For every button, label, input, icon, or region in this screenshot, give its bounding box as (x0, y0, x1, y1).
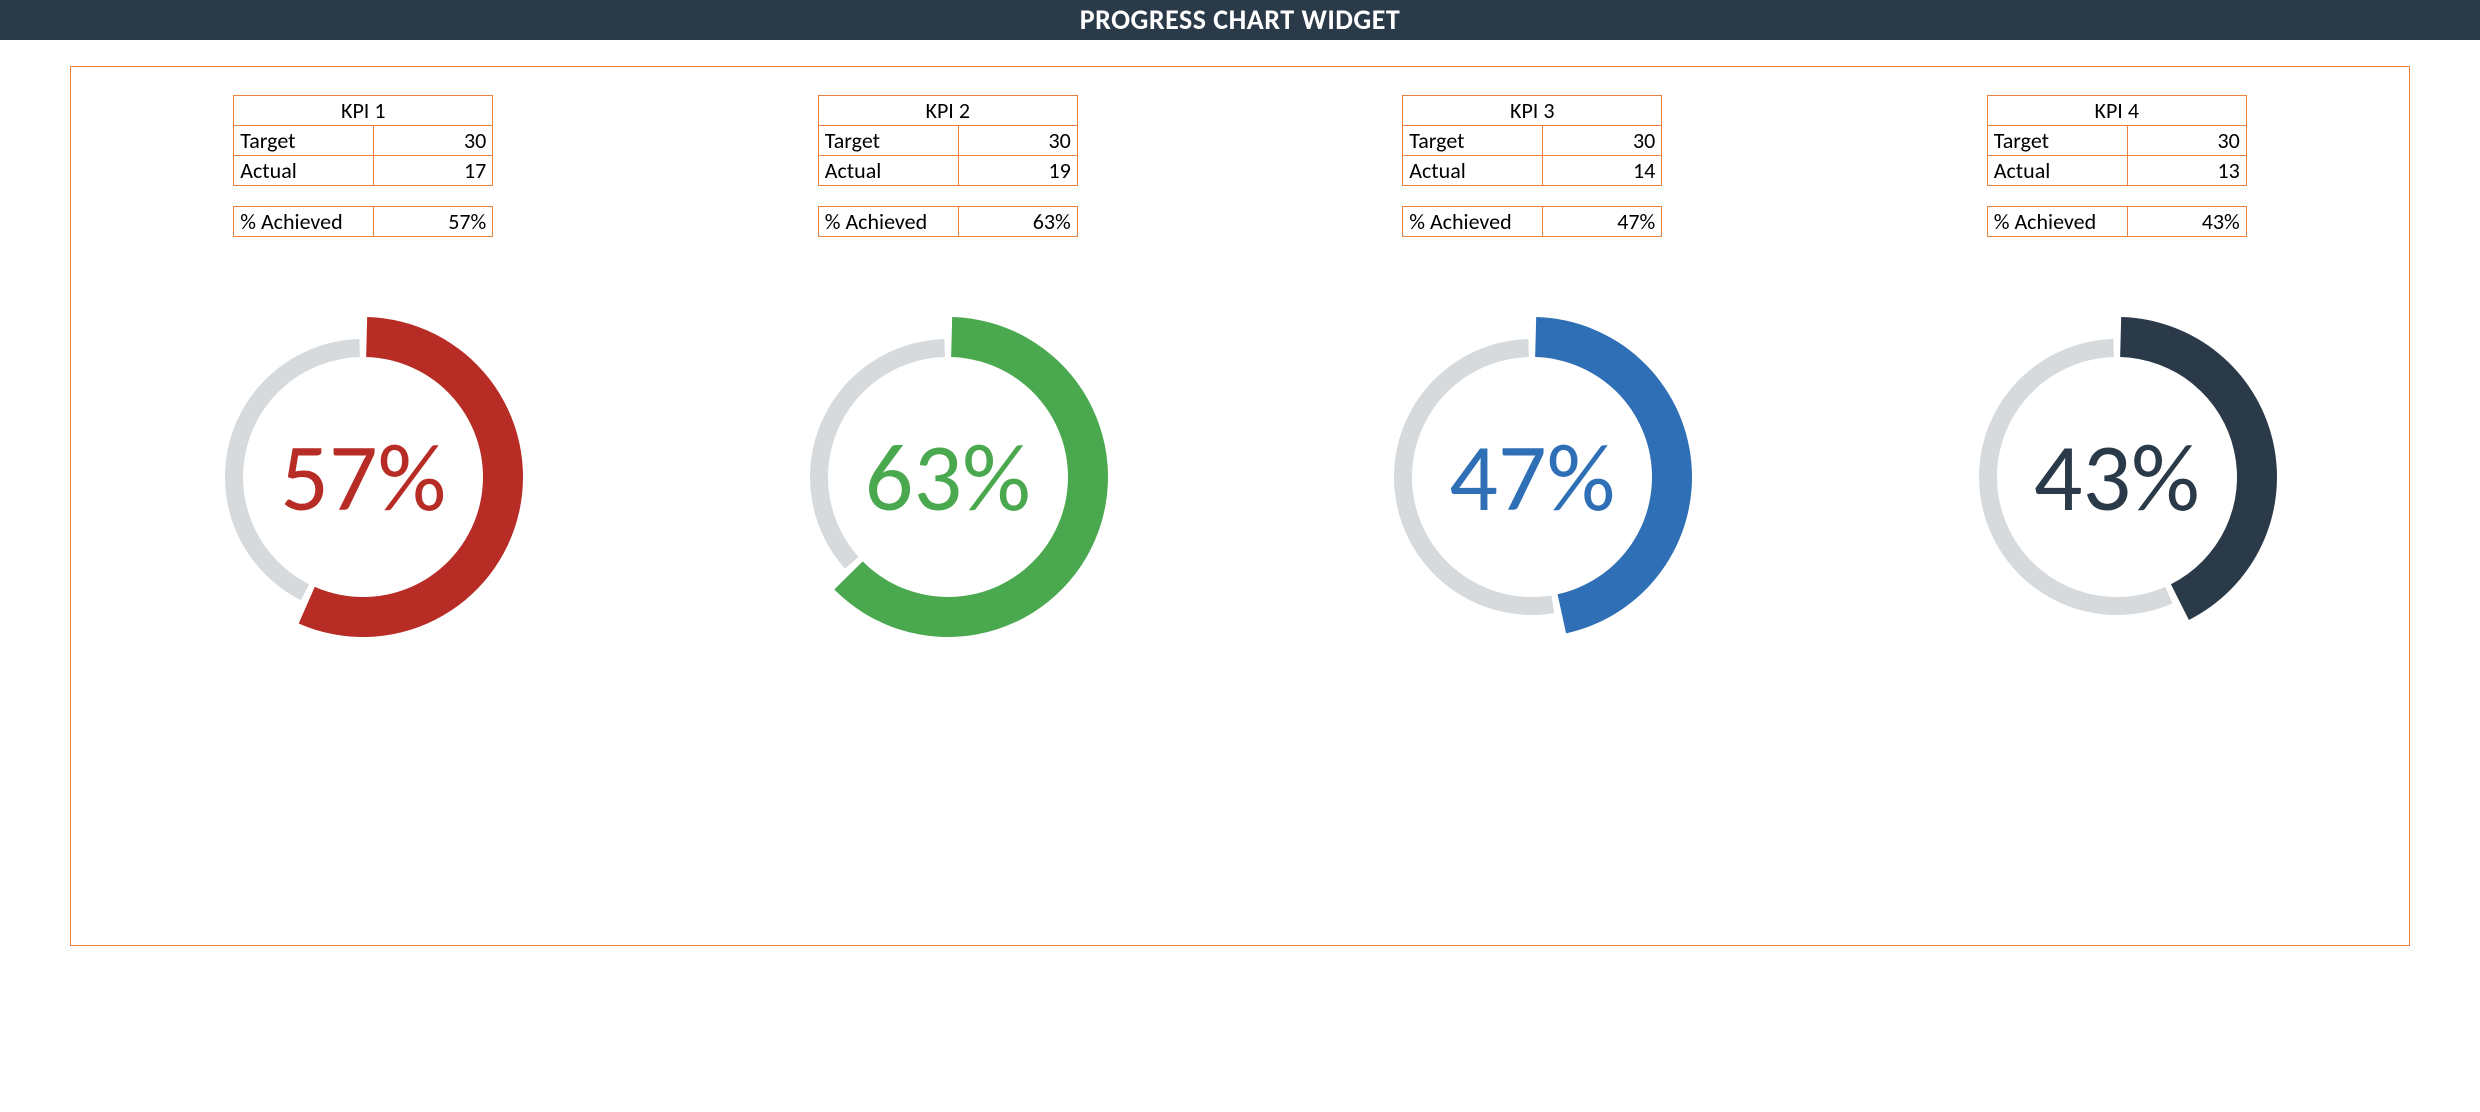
table-row: Actual 13 (1987, 156, 2247, 186)
kpi-card-1: KPI 1 Target 30 Actual 17 % Achieved 57% (103, 95, 623, 657)
target-value: 30 (2128, 126, 2247, 156)
achieved-value: 57% (374, 206, 493, 237)
kpi-table: KPI 1 Target 30 Actual 17 % Achieved 57% (233, 95, 493, 237)
actual-value: 19 (959, 156, 1078, 186)
achieved-label: % Achieved (233, 206, 374, 237)
kpi-card-4: KPI 4 Target 30 Actual 13 % Achieved 43% (1857, 95, 2377, 657)
table-row: % Achieved 63% (818, 206, 1078, 237)
progress-ring: 57% (183, 297, 543, 657)
achieved-label: % Achieved (818, 206, 959, 237)
progress-ring: 47% (1352, 297, 1712, 657)
target-label: Target (1402, 126, 1543, 156)
table-row: Actual 17 (233, 156, 493, 186)
kpi-table: KPI 3 Target 30 Actual 14 % Achieved 47% (1402, 95, 1662, 237)
progress-ring: 43% (1937, 297, 2297, 657)
actual-value: 13 (2128, 156, 2247, 186)
kpi-name: KPI 2 (818, 95, 1078, 126)
target-value: 30 (374, 126, 493, 156)
chart-panel: KPI 1 Target 30 Actual 17 % Achieved 57% (70, 66, 2410, 946)
target-label: Target (233, 126, 374, 156)
page-title: PROGRESS CHART WIDGET (0, 0, 2480, 40)
table-row: Target 30 (1402, 126, 1662, 156)
kpi-row: KPI 1 Target 30 Actual 17 % Achieved 57% (71, 67, 2409, 657)
table-row: Target 30 (818, 126, 1078, 156)
table-row: % Achieved 47% (1402, 206, 1662, 237)
kpi-name: KPI 4 (1987, 95, 2247, 126)
kpi-name: KPI 1 (233, 95, 493, 126)
achieved-value: 43% (2128, 206, 2247, 237)
table-row: Target 30 (1987, 126, 2247, 156)
achieved-label: % Achieved (1987, 206, 2128, 237)
table-row: Actual 19 (818, 156, 1078, 186)
kpi-table: KPI 4 Target 30 Actual 13 % Achieved 43% (1987, 95, 2247, 237)
achieved-value: 63% (959, 206, 1078, 237)
actual-label: Actual (818, 156, 959, 186)
actual-value: 17 (374, 156, 493, 186)
kpi-table: KPI 2 Target 30 Actual 19 % Achieved 63% (818, 95, 1078, 237)
table-row: % Achieved 57% (233, 206, 493, 237)
actual-label: Actual (233, 156, 374, 186)
achieved-label: % Achieved (1402, 206, 1543, 237)
table-row: % Achieved 43% (1987, 206, 2247, 237)
achieved-value: 47% (1543, 206, 1662, 237)
progress-percent: 43% (1937, 297, 2297, 657)
kpi-card-3: KPI 3 Target 30 Actual 14 % Achieved 47% (1272, 95, 1792, 657)
target-value: 30 (959, 126, 1078, 156)
actual-value: 14 (1543, 156, 1662, 186)
target-value: 30 (1543, 126, 1662, 156)
actual-label: Actual (1402, 156, 1543, 186)
table-row: Target 30 (233, 126, 493, 156)
progress-percent: 47% (1352, 297, 1712, 657)
kpi-card-2: KPI 2 Target 30 Actual 19 % Achieved 63% (688, 95, 1208, 657)
progress-ring: 63% (768, 297, 1128, 657)
table-row: Actual 14 (1402, 156, 1662, 186)
progress-percent: 57% (183, 297, 543, 657)
target-label: Target (1987, 126, 2128, 156)
actual-label: Actual (1987, 156, 2128, 186)
target-label: Target (818, 126, 959, 156)
kpi-name: KPI 3 (1402, 95, 1662, 126)
progress-percent: 63% (768, 297, 1128, 657)
